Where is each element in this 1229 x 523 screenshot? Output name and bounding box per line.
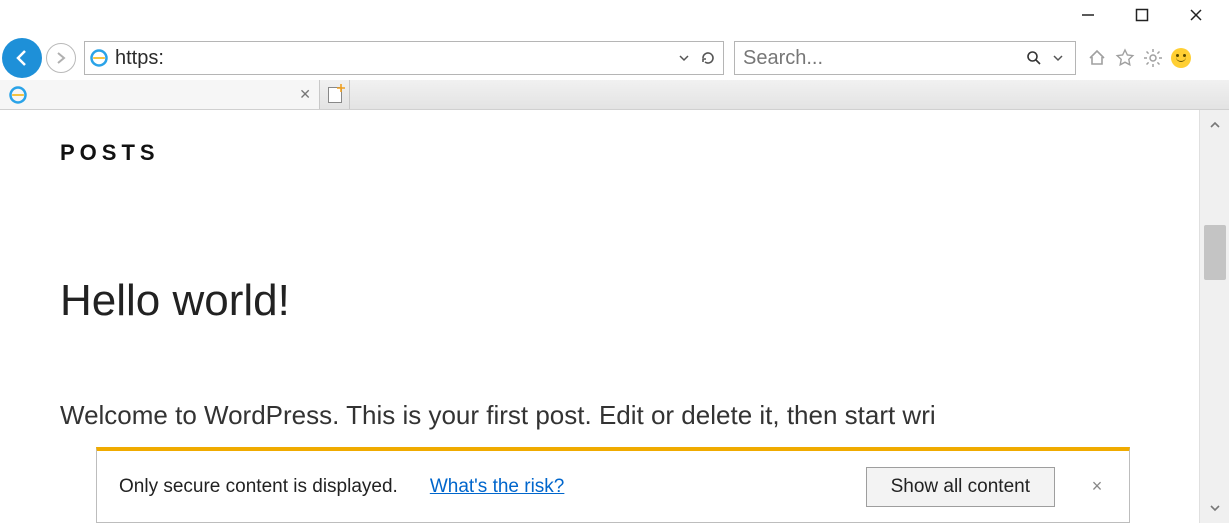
- feedback-icon[interactable]: [1170, 47, 1192, 69]
- whats-the-risk-link[interactable]: What's the risk?: [430, 476, 565, 498]
- search-box[interactable]: [734, 41, 1076, 75]
- security-notification-bar: Only secure content is displayed. What's…: [96, 447, 1130, 523]
- address-bar[interactable]: https:: [84, 41, 724, 75]
- vertical-scrollbar[interactable]: [1199, 110, 1229, 523]
- new-tab-icon: [328, 87, 342, 103]
- window-caption: [1075, 0, 1229, 30]
- favorites-icon[interactable]: [1114, 47, 1136, 69]
- scroll-thumb[interactable]: [1204, 225, 1226, 280]
- navigation-row: https:: [0, 38, 1229, 78]
- close-button[interactable]: [1183, 2, 1209, 28]
- address-dropdown-icon[interactable]: [675, 49, 693, 67]
- back-button[interactable]: [2, 38, 42, 78]
- post-title[interactable]: Hello world!: [60, 276, 1139, 326]
- search-input[interactable]: [743, 47, 1019, 70]
- scroll-up-button[interactable]: [1200, 110, 1229, 140]
- smiley-icon: [1171, 48, 1191, 68]
- page-content: POSTS Hello world! Welcome to WordPress.…: [0, 110, 1199, 465]
- search-icon[interactable]: [1025, 49, 1043, 67]
- ie-icon: [8, 85, 28, 105]
- show-all-content-button[interactable]: Show all content: [866, 467, 1055, 507]
- forward-button[interactable]: [46, 43, 76, 73]
- address-text[interactable]: https:: [115, 47, 669, 70]
- url-prefix: https:: [115, 47, 164, 69]
- scroll-down-button[interactable]: [1200, 493, 1229, 523]
- section-header: POSTS: [60, 140, 1139, 166]
- minimize-button[interactable]: [1075, 2, 1101, 28]
- home-icon[interactable]: [1086, 47, 1108, 69]
- notification-message: Only secure content is displayed.: [119, 476, 398, 498]
- post-body: Welcome to WordPress. This is your first…: [60, 396, 1139, 435]
- maximize-button[interactable]: [1129, 2, 1155, 28]
- tab-strip: ✕: [0, 80, 1229, 110]
- tab-close-icon[interactable]: ✕: [299, 86, 311, 103]
- refresh-icon[interactable]: [699, 49, 717, 67]
- tool-icons: [1086, 47, 1192, 69]
- ie-icon: [89, 48, 109, 68]
- search-dropdown-icon[interactable]: [1049, 49, 1067, 67]
- tab-1[interactable]: ✕: [0, 80, 320, 109]
- new-tab-button[interactable]: [320, 80, 350, 109]
- notification-close-icon[interactable]: ×: [1087, 476, 1107, 497]
- settings-icon[interactable]: [1142, 47, 1164, 69]
